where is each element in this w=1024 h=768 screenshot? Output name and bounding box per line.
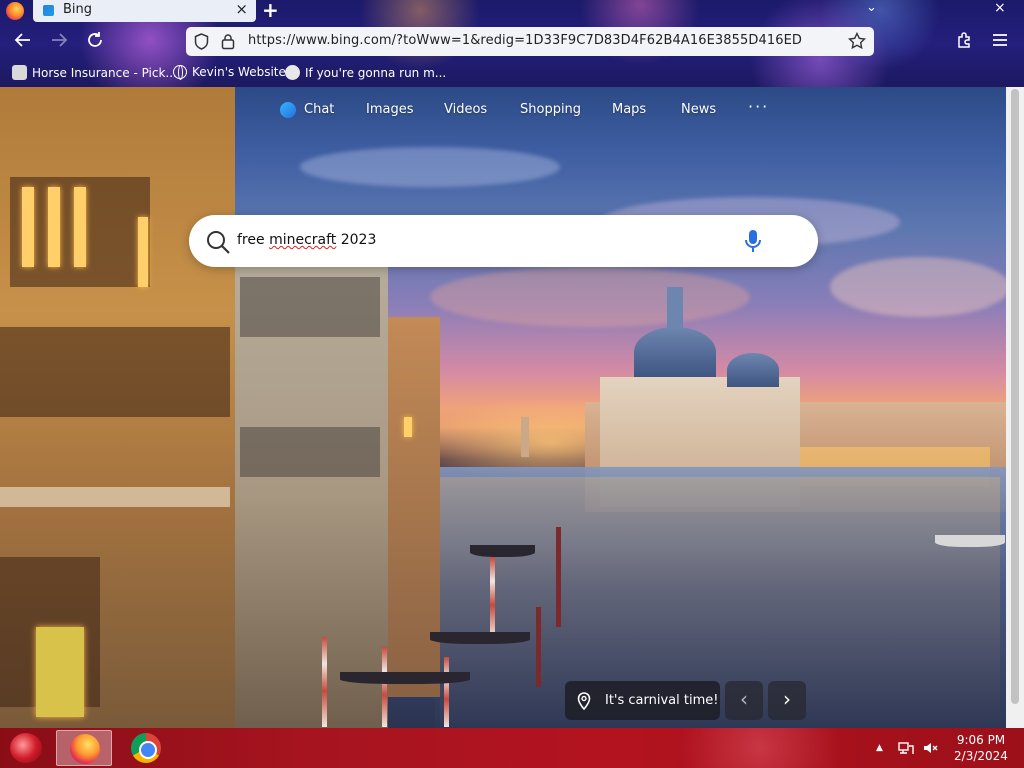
search-input[interactable]: free minecraft 2023 — [237, 232, 376, 248]
chat-icon[interactable] — [280, 102, 296, 118]
window-close-button[interactable]: × — [994, 0, 1006, 16]
more-menu-icon[interactable]: ··· — [748, 97, 769, 116]
back-button[interactable] — [14, 31, 32, 52]
bing-nav: Chat Images Videos Shopping Maps News ··… — [0, 97, 1006, 123]
reload-icon — [88, 32, 102, 47]
nav-shopping[interactable]: Shopping — [520, 102, 581, 117]
network-icon[interactable] — [898, 740, 914, 756]
url-text[interactable]: https://www.bing.com/?toWww=1&redig=1D33… — [248, 33, 802, 48]
scrollbar-thumb[interactable] — [1011, 89, 1019, 704]
nav-images[interactable]: Images — [366, 102, 414, 117]
nav-videos[interactable]: Videos — [444, 102, 487, 117]
page-scrollbar[interactable] — [1006, 87, 1024, 728]
bookmark-horse-insurance[interactable]: Horse Insurance - Pick... — [12, 65, 177, 80]
misspelled-word: minecraft — [269, 232, 337, 248]
image-caption: It's carnival time! — [605, 693, 719, 708]
mask-icon — [285, 65, 300, 80]
bookmark-kevins-website[interactable]: Kevin's Website — [173, 65, 286, 80]
extensions-icon[interactable] — [955, 31, 973, 49]
system-clock[interactable]: 9:06 PM 2/3/2024 — [946, 732, 1016, 764]
microphone-icon[interactable] — [743, 228, 763, 254]
tab-title: Bing — [63, 2, 93, 17]
url-bar[interactable]: https://www.bing.com/?toWww=1&redig=1D33… — [186, 27, 874, 56]
globe-icon — [173, 65, 187, 80]
nav-maps[interactable]: Maps — [612, 102, 646, 117]
tab-bing[interactable]: Bing × — [33, 0, 256, 22]
bookmark-favicon-icon — [12, 65, 27, 80]
bookmark-label: Kevin's Website — [192, 65, 286, 79]
reload-button[interactable] — [86, 31, 104, 52]
bookmark-label: Horse Insurance - Pick... — [32, 65, 177, 80]
forward-button[interactable] — [50, 31, 68, 52]
search-text-part: 2023 — [336, 232, 377, 248]
chrome-icon — [131, 733, 161, 763]
next-image-button[interactable]: › — [768, 681, 806, 720]
bookmark-if-youre-gonna[interactable]: If you're gonna run m... — [285, 65, 446, 80]
shield-icon[interactable] — [194, 33, 209, 50]
bookmark-label: If you're gonna run m... — [305, 65, 447, 80]
nav-news[interactable]: News — [681, 102, 716, 117]
tray-overflow-chevron-icon[interactable]: ▲ — [876, 743, 883, 753]
firefox-icon — [70, 734, 100, 764]
image-info-button[interactable]: It's carnival time! — [565, 681, 720, 720]
firefox-menu-icon[interactable] — [6, 2, 24, 20]
tab-strip: Bing × + ⌄ × — [0, 0, 1024, 24]
lock-icon[interactable] — [221, 33, 235, 50]
start-button[interactable] — [10, 733, 42, 763]
list-tabs-button[interactable]: ⌄ — [866, 0, 877, 15]
taskbar: ▲ 9:06 PM 2/3/2024 — [0, 728, 1024, 768]
taskbar-firefox[interactable] — [56, 730, 112, 766]
location-pin-icon — [577, 692, 591, 710]
app-menu-icon[interactable] — [991, 31, 1009, 49]
search-text-part: free — [237, 232, 270, 248]
bookmark-star-icon[interactable] — [848, 32, 866, 50]
nav-chat[interactable]: Chat — [304, 102, 334, 117]
bing-favicon-icon — [43, 5, 54, 16]
search-box[interactable]: free minecraft 2023 — [189, 215, 818, 267]
taskbar-chrome[interactable] — [118, 730, 174, 766]
new-tab-button[interactable]: + — [262, 0, 279, 22]
clock-date: 2/3/2024 — [954, 749, 1008, 763]
bing-homepage: Chat Images Videos Shopping Maps News ··… — [0, 87, 1006, 728]
browser-chrome: Bing × + ⌄ × https://www.bing.com/?toWww… — [0, 0, 1024, 87]
volume-muted-icon[interactable] — [922, 740, 938, 756]
bookmarks-toolbar: Horse Insurance - Pick... Kevin's Websit… — [0, 60, 1024, 86]
back-arrow-icon — [14, 33, 30, 47]
search-icon[interactable] — [205, 229, 231, 255]
previous-image-button[interactable]: ‹ — [725, 681, 763, 720]
clock-time: 9:06 PM — [956, 733, 1006, 747]
forward-arrow-icon — [52, 33, 68, 47]
tab-close-icon[interactable]: × — [235, 0, 248, 18]
